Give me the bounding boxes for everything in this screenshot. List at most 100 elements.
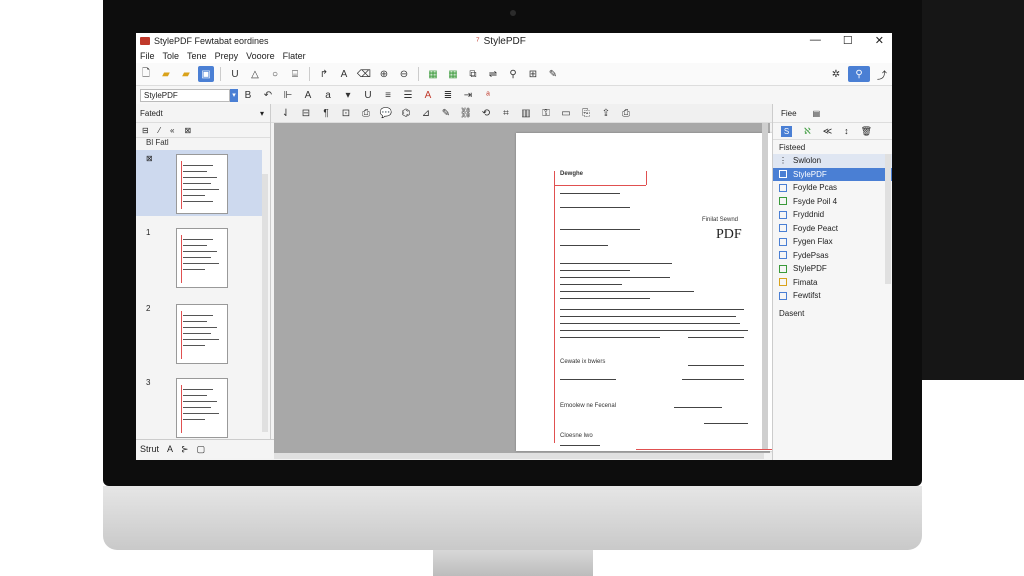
- menu-prepy[interactable]: Prepy: [215, 51, 239, 61]
- link-icon[interactable]: ⛓: [458, 105, 474, 121]
- compare-tool-icon[interactable]: ⇌: [485, 66, 501, 82]
- erase-tool-icon[interactable]: ⌫: [356, 66, 372, 82]
- menu-tene[interactable]: Tene: [187, 51, 207, 61]
- text-color-icon[interactable]: A: [420, 87, 436, 103]
- style-item[interactable]: Fewtifst: [773, 289, 892, 303]
- undo-icon[interactable]: ↶: [260, 87, 276, 103]
- tab-grid[interactable]: ▤: [813, 109, 821, 118]
- menu-file[interactable]: File: [140, 51, 155, 61]
- maximize-button[interactable]: ☐: [843, 34, 853, 47]
- style-item[interactable]: StylePDF: [773, 167, 892, 181]
- box-icon[interactable]: ▢: [197, 444, 206, 455]
- style-item[interactable]: Foyde Peact: [773, 222, 892, 236]
- paragraph-mark-icon[interactable]: ¶: [318, 105, 334, 121]
- align-center-icon[interactable]: ≡: [380, 87, 396, 103]
- horizontal-scrollbar[interactable]: [274, 453, 764, 459]
- export-icon[interactable]: ⇪: [598, 105, 614, 121]
- image-tool-icon[interactable]: ▦: [425, 66, 441, 82]
- print-icon[interactable]: ⎙: [618, 105, 634, 121]
- menu-flater[interactable]: Flater: [283, 51, 306, 61]
- highlight-color-icon[interactable]: ᵃ: [480, 87, 496, 103]
- annotate-tool-icon[interactable]: ✎: [545, 66, 561, 82]
- text-tool-icon[interactable]: U: [227, 66, 243, 82]
- style-tool-icon[interactable]: ≪: [823, 126, 832, 137]
- paragraph-icon[interactable]: ≣: [440, 87, 456, 103]
- document-canvas[interactable]: Dewghe Finilat Sewnd PDF Cewate ix bwier…: [274, 123, 791, 453]
- search-icon[interactable]: ⚲: [848, 66, 870, 82]
- panel-dropdown-icon[interactable]: ▾: [260, 109, 264, 118]
- font-select[interactable]: StylePDF: [140, 88, 230, 102]
- rotate-icon[interactable]: ⟲: [478, 105, 494, 121]
- link-tool-icon[interactable]: ⧉: [465, 66, 481, 82]
- font-size-icon[interactable]: A: [300, 87, 316, 103]
- style-tool-icon[interactable]: S: [781, 125, 792, 137]
- style-item[interactable]: Fryddnid: [773, 208, 892, 222]
- page-thumbnail[interactable]: ⊠: [136, 150, 262, 216]
- font-a-icon[interactable]: A: [167, 444, 173, 454]
- form-icon[interactable]: ▭: [558, 105, 574, 121]
- document-scrollbar[interactable]: [762, 123, 768, 449]
- style-item[interactable]: StylePDF: [773, 262, 892, 276]
- style-item[interactable]: Fimata: [773, 276, 892, 290]
- zoom-out-icon[interactable]: ⊖: [396, 66, 412, 82]
- import-icon[interactable]: ▰: [178, 66, 194, 82]
- zoom-in-icon[interactable]: ⊕: [376, 66, 392, 82]
- pointer-icon[interactable]: ⇃: [278, 105, 294, 121]
- minimize-button[interactable]: —: [810, 34, 821, 47]
- format-icon[interactable]: ⊱: [181, 444, 189, 455]
- panel-tool-icon[interactable]: ⊠: [185, 126, 192, 135]
- bookmark-icon[interactable]: ⊟: [298, 105, 314, 121]
- settings-icon[interactable]: ✲: [828, 66, 844, 82]
- indent-icon[interactable]: ⇥: [460, 87, 476, 103]
- menu-tole[interactable]: Tole: [163, 51, 180, 61]
- font-dropdown-icon[interactable]: ▾: [230, 88, 238, 102]
- ocr-icon[interactable]: ⎘: [578, 105, 594, 121]
- style-tool-icon[interactable]: ℵ: [804, 126, 811, 137]
- panel-tool-icon[interactable]: ⊟: [142, 126, 149, 135]
- panel-tool-icon[interactable]: «: [170, 126, 174, 135]
- style-item[interactable]: FydePsas: [773, 249, 892, 263]
- style-item[interactable]: Foylde Pcas: [773, 181, 892, 195]
- redact-icon[interactable]: ▥: [518, 105, 534, 121]
- grid-tool-icon[interactable]: ⊞: [525, 66, 541, 82]
- style-item[interactable]: ⋮ Swlolon: [773, 154, 892, 168]
- shape-tool-icon[interactable]: △: [247, 66, 263, 82]
- open-folder-icon[interactable]: ▰: [158, 66, 174, 82]
- pdf-page[interactable]: Dewghe Finilat Sewnd PDF Cewate ix bwier…: [516, 133, 791, 451]
- attach-icon[interactable]: ⌬: [398, 105, 414, 121]
- highlight-tool-icon[interactable]: A: [336, 66, 352, 82]
- share-icon[interactable]: ⤴: [874, 66, 890, 82]
- thumbnail-scrollbar[interactable]: [262, 174, 268, 432]
- ellipse-tool-icon[interactable]: ○: [267, 66, 283, 82]
- save-icon[interactable]: ▣: [198, 66, 214, 82]
- color-icon[interactable]: ▾: [340, 87, 356, 103]
- panel-tool-icon[interactable]: ⁄: [159, 126, 160, 135]
- stamp-icon[interactable]: ⎙: [358, 105, 374, 121]
- page-thumbnail[interactable]: 2: [136, 300, 262, 366]
- underline-icon[interactable]: U: [360, 87, 376, 103]
- bold-icon[interactable]: B: [240, 87, 256, 103]
- style-tool-icon[interactable]: ↕: [844, 126, 849, 136]
- sign-tool-icon[interactable]: ⚲: [505, 66, 521, 82]
- style-item[interactable]: Fygen Flax: [773, 235, 892, 249]
- menu-vooore[interactable]: Vooore: [246, 51, 275, 61]
- page-thumbnail[interactable]: 1: [136, 224, 262, 290]
- page-tool-icon[interactable]: ▦: [445, 66, 461, 82]
- align-left-icon[interactable]: ⊩: [280, 87, 296, 103]
- tab-file[interactable]: Fiee: [781, 109, 797, 118]
- measure-icon[interactable]: ⊿: [418, 105, 434, 121]
- font-style-icon[interactable]: a: [320, 87, 336, 103]
- text-box-icon[interactable]: ⊡: [338, 105, 354, 121]
- comment-icon[interactable]: 💬: [378, 105, 394, 121]
- crop-icon[interactable]: ⌗: [498, 105, 514, 121]
- styles-scrollbar[interactable]: [885, 154, 891, 284]
- new-file-icon[interactable]: 🗋: [138, 66, 154, 82]
- crop-tool-icon[interactable]: ⌸: [287, 66, 303, 82]
- note-icon[interactable]: ✎: [438, 105, 454, 121]
- lock-icon[interactable]: ⚿: [538, 105, 554, 121]
- list-icon[interactable]: ☰: [400, 87, 416, 103]
- close-button[interactable]: ✕: [875, 34, 884, 47]
- page-thumbnail[interactable]: 3: [136, 374, 262, 440]
- cursor-tool-icon[interactable]: ↱: [316, 66, 332, 82]
- delete-icon[interactable]: 🗑: [861, 126, 872, 137]
